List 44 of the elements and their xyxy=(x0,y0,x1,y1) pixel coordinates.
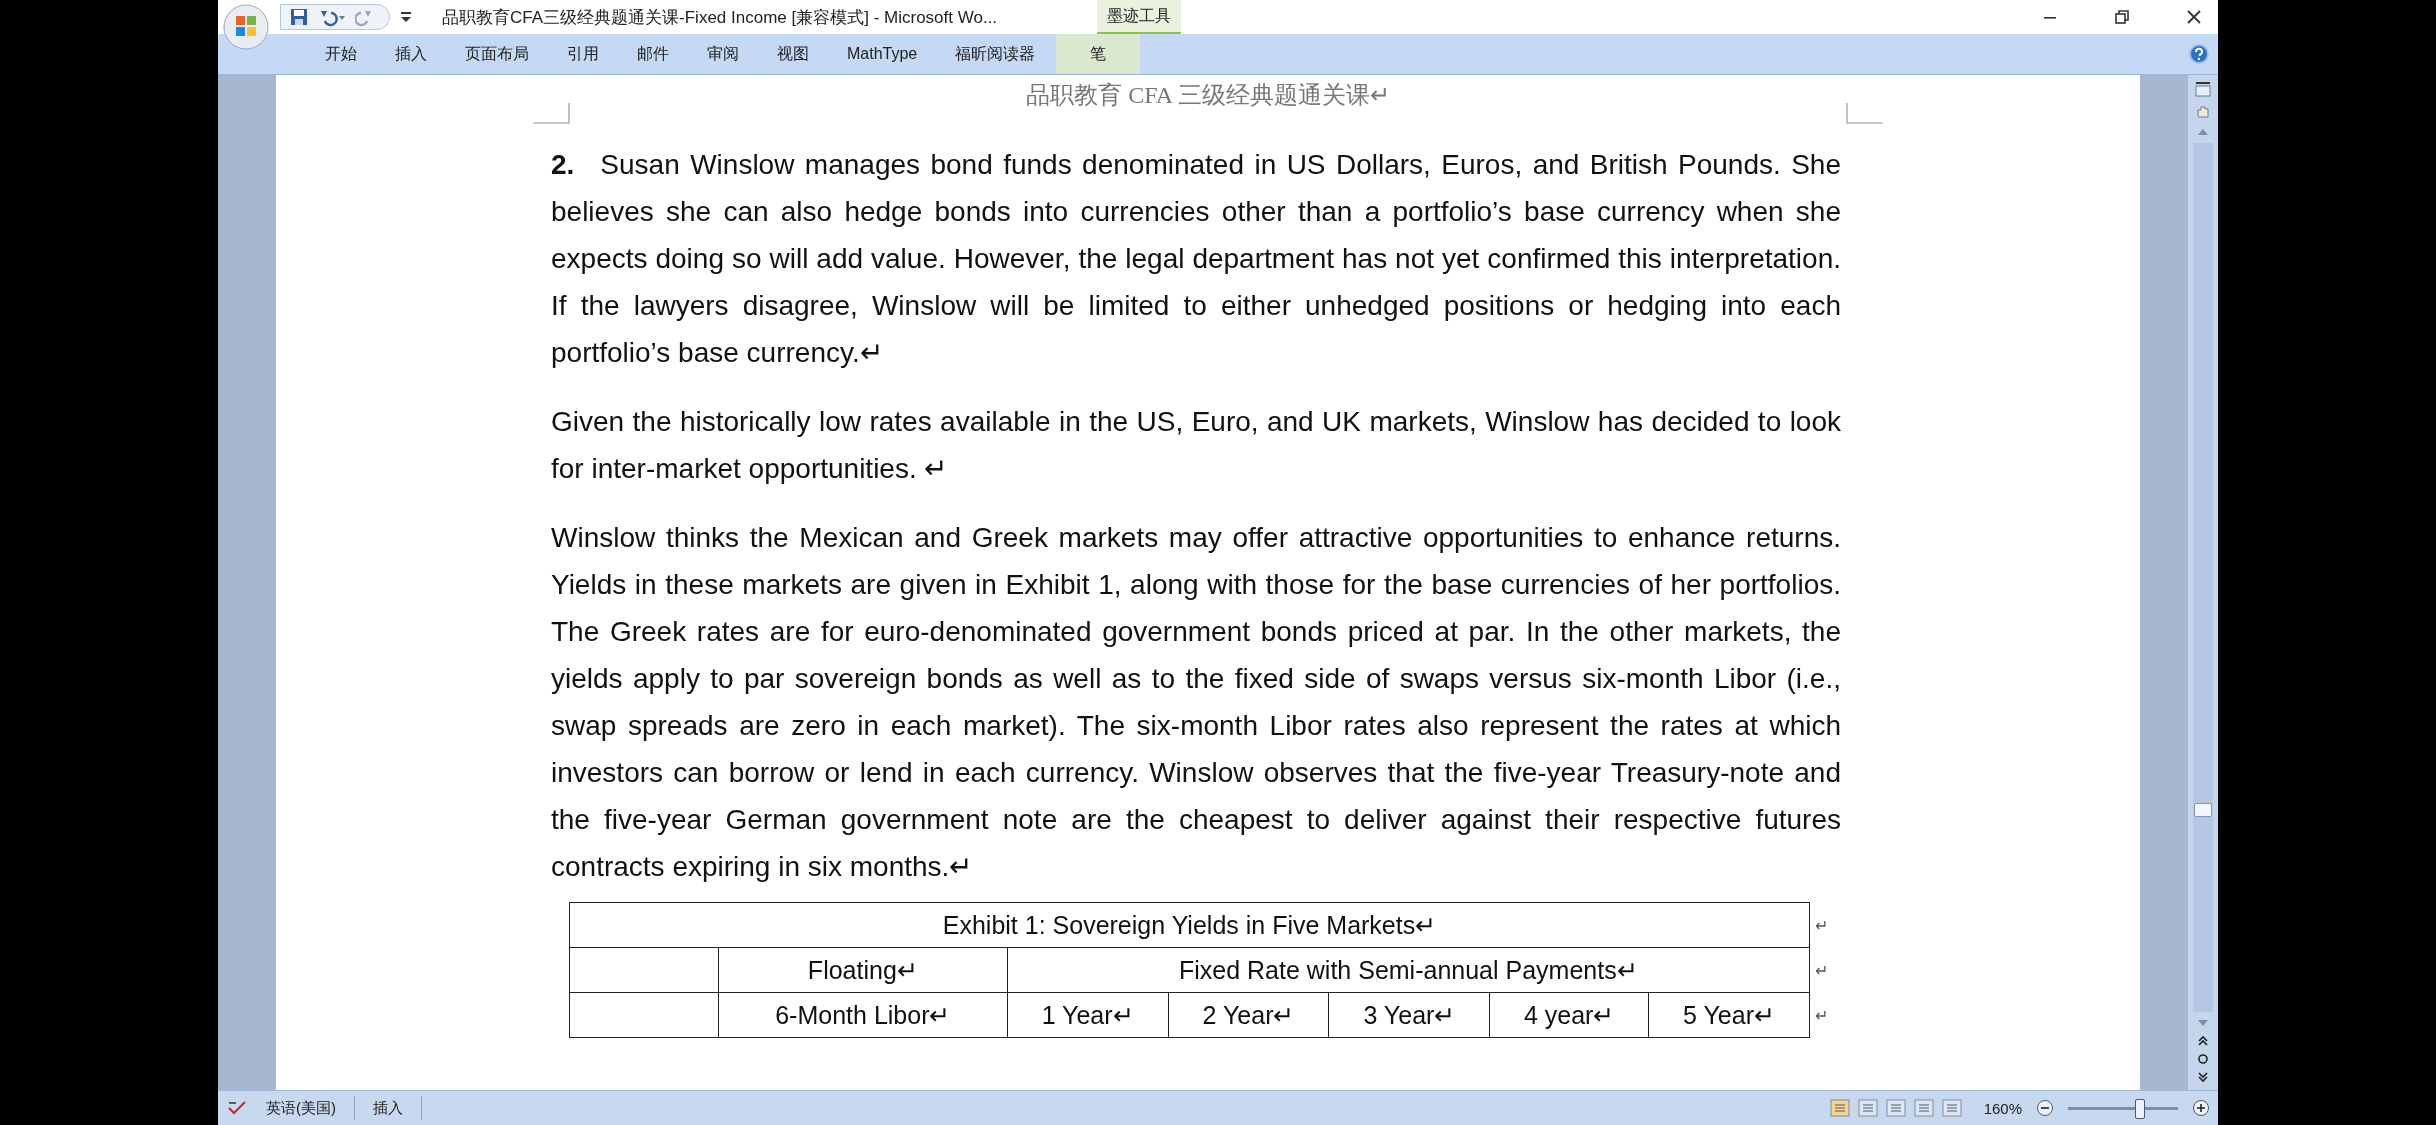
margin-corner-mark xyxy=(1843,103,1883,127)
page-header-text: 品职教育 CFA 三级经典题通关课↵ xyxy=(1026,81,1390,110)
table-header-cell: 3 Year↵ xyxy=(1328,992,1490,1038)
table-header-cell: Floating↵ xyxy=(718,947,1008,993)
restore-icon[interactable] xyxy=(2112,7,2132,27)
help-icon[interactable] xyxy=(2188,43,2210,65)
ribbon-tab[interactable]: 视图 xyxy=(758,34,828,74)
vertical-scrollbar[interactable] xyxy=(2188,75,2218,1090)
body-paragraph: Winslow thinks the Mexican and Greek markets may offer attractive opportunities to enhance returns. Yields in these markets are given in Exhibit 1, along with those for the base currencies of her portfolios. The Greek rates are for euro-denominated government bonds priced at par. In the other markets, the yields apply to par sovereign bonds as well as to the fixed side of swaps versus six-month Libor (i.e., swap spreads are zero in each market). The six-month Libor rates also represent the rates at which investors can borrow or lend in each currency. Winslow observes that the five-year Treasury-note and the five-year German government note are the cheapest to deliver against their respective futures contracts expiring in six months.↵ xyxy=(551,521,1841,884)
zoom-slider-thumb[interactable] xyxy=(2134,1098,2145,1119)
table-header-cell: 5 Year↵ xyxy=(1648,992,1810,1038)
ruler-toggle-icon[interactable] xyxy=(2194,81,2212,99)
spell-check-icon[interactable] xyxy=(226,1099,248,1117)
language-status[interactable]: 英语(美国) xyxy=(256,1098,346,1118)
body-paragraph: 2. Susan Winslow manages bond funds denominated in US Dollars, Euros, and British Pounds. She believes she can also hedge bonds into currencies other than a portfolio’s base currency when she expects doing so will add value. However, the legal department has not yet confirmed this interpretation. If the lawyers disagree, Winslow will be limited to either unhedged positions or hedging into each portfolio’s base currency.↵ xyxy=(551,148,1841,370)
body-paragraph: Given the historically low rates available in the US, Euro, and UK markets, Winslow has decided to look for inter-market opportunities. ↵ xyxy=(551,405,1841,486)
ribbon-tab[interactable]: 开始 xyxy=(306,34,376,74)
ribbon-tab[interactable]: 页面布局 xyxy=(446,34,548,74)
table-header-cell: 6-Month Libor↵ xyxy=(718,992,1008,1038)
ribbon-tab[interactable]: MathType xyxy=(828,34,937,74)
margin-corner-mark xyxy=(533,103,573,127)
ribbon-tab[interactable]: 插入 xyxy=(376,34,446,74)
insert-mode-status[interactable]: 插入 xyxy=(363,1098,413,1118)
table-header-cell: 2 Year↵ xyxy=(1168,992,1329,1038)
zoom-level[interactable]: 160% xyxy=(1969,1099,2028,1117)
scroll-thumb[interactable] xyxy=(2194,803,2212,818)
table-header-cell: Fixed Rate with Semi-annual Payments↵ xyxy=(1007,947,1810,993)
table-header-cell: 4 year↵ xyxy=(1489,992,1649,1038)
table-header-cell: 1 Year↵ xyxy=(1007,992,1169,1038)
save-icon[interactable] xyxy=(289,7,309,27)
ribbon-tab[interactable]: 笔 xyxy=(1056,34,1141,74)
customize-caret-icon[interactable] xyxy=(400,10,412,24)
contextual-tab-label: 墨迹工具 xyxy=(1097,0,1182,34)
row-end-mark: ↵ xyxy=(1809,947,1829,993)
ribbon-tab[interactable]: 引用 xyxy=(548,34,618,74)
ribbon-tab[interactable]: 邮件 xyxy=(618,34,688,74)
zoom-in-icon[interactable] xyxy=(2192,1099,2210,1117)
ribbon-tab[interactable]: 福昕阅读器 xyxy=(936,34,1055,74)
row-end-mark: ↵ xyxy=(1809,992,1829,1038)
ribbon-tab[interactable]: 审阅 xyxy=(688,34,758,74)
window-title: 品职教育CFA三级经典题通关课-Fixed Income [兼容模式] - Microsoft Wo... xyxy=(442,6,998,29)
row-end-mark: ↵ xyxy=(1809,902,1829,948)
zoom-out-icon[interactable] xyxy=(2036,1099,2054,1117)
table-title-cell: Exhibit 1: Sovereign Yields in Five Markets↵ xyxy=(569,902,1810,948)
